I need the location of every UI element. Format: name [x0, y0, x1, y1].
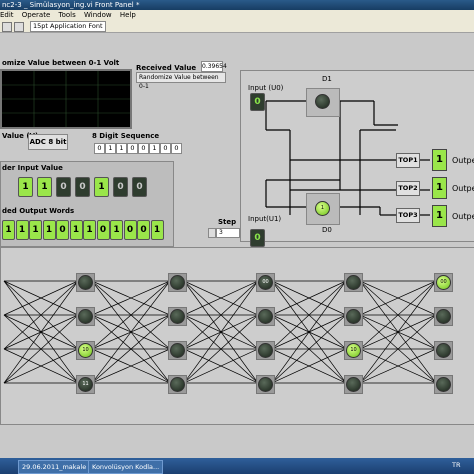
encoder-led: 0 [132, 177, 147, 197]
encoded-led: 1 [42, 220, 56, 240]
input1-led[interactable]: 0 [250, 229, 265, 247]
encoded-led: 0 [96, 220, 110, 240]
encoded-led: 1 [110, 220, 123, 240]
taskbar-item-konvolusyon[interactable]: Konvolüsyon Kodla... [88, 460, 164, 474]
menu-item-operate[interactable]: Operate [22, 11, 50, 19]
step-label: Step [218, 218, 237, 226]
output2-label: Outpe [452, 184, 474, 193]
trellis-node: 00 [258, 275, 273, 290]
trellis-node [170, 309, 185, 324]
title-bar: nc2-3 _ Simülasyon_ing.vi Front Panel * [0, 0, 474, 10]
trellis-node: 00 [436, 275, 451, 290]
trellis-node [258, 377, 273, 392]
trellis-node [258, 309, 273, 324]
graph-grid [2, 71, 130, 127]
trellis-nodes: 10 11 00 10 00 [0, 247, 474, 423]
trellis-node: 11 [78, 377, 93, 392]
adc-block: ADC 8 bit [28, 134, 68, 150]
step-value[interactable]: 3 [216, 228, 240, 238]
encoder-led: 1 [18, 177, 33, 197]
menu-item-window[interactable]: Window [84, 11, 112, 19]
waveform-graph [0, 69, 132, 129]
output2-led: 1 [432, 177, 447, 199]
output3-led: 1 [432, 205, 447, 227]
sequence-cell: 0 [160, 143, 171, 154]
input0-led[interactable]: 0 [250, 93, 265, 111]
sequence-cell: 1 [116, 143, 127, 154]
step-decrement[interactable] [208, 228, 216, 238]
d1-node [315, 94, 330, 109]
received-value-label: Received Value [136, 64, 197, 72]
menu-item-edit[interactable]: Edit [0, 11, 14, 19]
window-title: nc2-3 _ Simülasyon_ing.vi Front Panel * [2, 1, 140, 9]
encoder-led-array: 1100100 [0, 177, 170, 199]
top2-block: TOP2 [396, 181, 420, 196]
encoder-led: 0 [56, 177, 71, 197]
trellis-node [170, 343, 185, 358]
menu-bar: Edit Operate Tools Window Help [0, 10, 474, 20]
encoded-led: 1 [2, 220, 15, 240]
sequence-label: 8 Digit Sequence [92, 132, 160, 140]
encoder-label: der Input Value [2, 164, 63, 172]
encoded-led: 0 [123, 220, 137, 240]
sequence-cell: 0 [94, 143, 105, 154]
run-icon[interactable] [2, 22, 12, 32]
trellis-node [436, 309, 451, 324]
encoded-led: 1 [83, 220, 96, 240]
top3-block: TOP3 [396, 208, 420, 223]
language-indicator: TR [452, 461, 461, 469]
top1-block: TOP1 [396, 153, 420, 168]
encoder-led: 0 [113, 177, 128, 197]
encoded-led: 1 [150, 220, 164, 240]
encoded-led-array: 111101101001 [0, 220, 170, 242]
input1-label: Input(U1) [248, 215, 282, 223]
sequence-cell: 1 [105, 143, 116, 154]
encoded-label: ded Output Words [2, 207, 75, 215]
sequence-cell: 0 [171, 143, 182, 154]
encoded-led: 0 [137, 220, 150, 240]
front-panel: omize Value between 0-1 Volt Received Va… [0, 33, 474, 458]
trellis-node [170, 377, 185, 392]
sequence-array: 01100100 [94, 143, 182, 155]
trellis-node [170, 275, 185, 290]
trellis-node [436, 343, 451, 358]
trellis-node: 10 [78, 343, 93, 358]
trellis-node: 10 [346, 343, 361, 358]
received-dropdown[interactable]: Randomize Value between 0-1 [136, 72, 226, 90]
trellis-node [436, 377, 451, 392]
graph-title: omize Value between 0-1 Volt [2, 59, 120, 67]
trellis-node [346, 309, 361, 324]
encoded-led: 1 [29, 220, 42, 240]
trellis-node [346, 377, 361, 392]
menu-item-help[interactable]: Help [120, 11, 136, 19]
encoded-led: 1 [15, 220, 29, 240]
output1-label: Outpe [452, 156, 474, 165]
trellis-node [78, 275, 93, 290]
encoder-led: 1 [37, 177, 52, 197]
input0-label: Input (U0) [248, 84, 284, 92]
toolbar: 15pt Application Font [0, 20, 474, 33]
trellis-node [258, 343, 273, 358]
menu-item-tools[interactable]: Tools [59, 11, 76, 19]
sequence-cell: 0 [138, 143, 149, 154]
pause-icon[interactable] [14, 22, 24, 32]
trellis-node [346, 275, 361, 290]
taskbar-item-makale[interactable]: 29.06.2011_makale [18, 460, 91, 474]
d0-label: D0 [322, 226, 332, 234]
output1-led: 1 [432, 149, 447, 171]
sequence-cell: 1 [149, 143, 160, 154]
d1-label: D1 [322, 75, 332, 83]
output3-label: Outpe [452, 212, 474, 221]
font-select[interactable]: 15pt Application Font [30, 21, 106, 32]
encoded-led: 0 [56, 220, 69, 240]
sequence-cell: 0 [127, 143, 138, 154]
received-value-display: 0.39654 [201, 61, 227, 72]
taskbar: 29.06.2011_makale Konvolüsyon Kodla... T… [0, 458, 474, 474]
encoder-led: 0 [75, 177, 90, 197]
trellis-node [78, 309, 93, 324]
encoder-led: 1 [94, 177, 109, 197]
d0-node: 1 [315, 201, 330, 216]
encoded-led: 1 [69, 220, 83, 240]
